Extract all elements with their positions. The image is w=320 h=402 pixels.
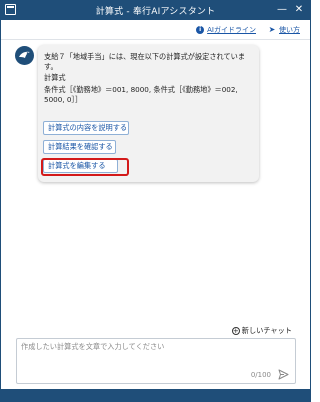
new-chat-label: 新しいチャット xyxy=(241,326,292,335)
title-bar: 計算式 - 奉行AIアシスタント — ✕ xyxy=(1,1,310,20)
bird-icon xyxy=(19,51,30,58)
explain-formula-button[interactable]: 計算式の内容を説明する xyxy=(43,121,129,135)
assistant-avatar xyxy=(15,46,34,65)
minimize-icon[interactable]: — xyxy=(274,2,290,18)
send-icon[interactable] xyxy=(278,369,289,380)
howto-link[interactable]: ➤ 使い方 xyxy=(268,24,300,36)
app-window: 計算式 - 奉行AIアシスタント — ✕ i AIガイドライン ➤ 使い方 支給… xyxy=(0,0,311,402)
new-chat-button[interactable]: + 新しいチャット xyxy=(231,326,292,336)
ai-guideline-label: AIガイドライン xyxy=(207,26,256,34)
header-links: i AIガイドライン ➤ 使い方 xyxy=(196,24,300,36)
bird-icon: ➤ xyxy=(268,25,276,34)
char-counter: 0/100 xyxy=(250,371,271,379)
formula-label: 計算式 xyxy=(44,73,66,82)
check-result-button[interactable]: 計算結果を確認する xyxy=(43,140,116,154)
formula-text: 条件式［《勤務地》＝001, 8000, 条件式［《勤務地》＝002, 5000… xyxy=(44,85,241,104)
status-bar xyxy=(1,389,310,401)
close-icon[interactable]: ✕ xyxy=(291,2,307,18)
info-icon: i xyxy=(196,26,205,34)
edit-formula-highlight xyxy=(41,158,129,176)
plus-circle-icon: + xyxy=(231,327,240,335)
window-title: 計算式 - 奉行AIアシスタント xyxy=(95,7,216,17)
assistant-message-text: 支給７「地域手当」には、現在以下の計算式が設定されています。 xyxy=(44,52,246,71)
ai-guideline-link[interactable]: i AIガイドライン xyxy=(196,24,256,36)
header-divider xyxy=(1,39,310,40)
chat-input-box: 0/100 xyxy=(16,338,296,384)
howto-label: 使い方 xyxy=(279,26,300,34)
chat-input[interactable] xyxy=(21,342,289,368)
